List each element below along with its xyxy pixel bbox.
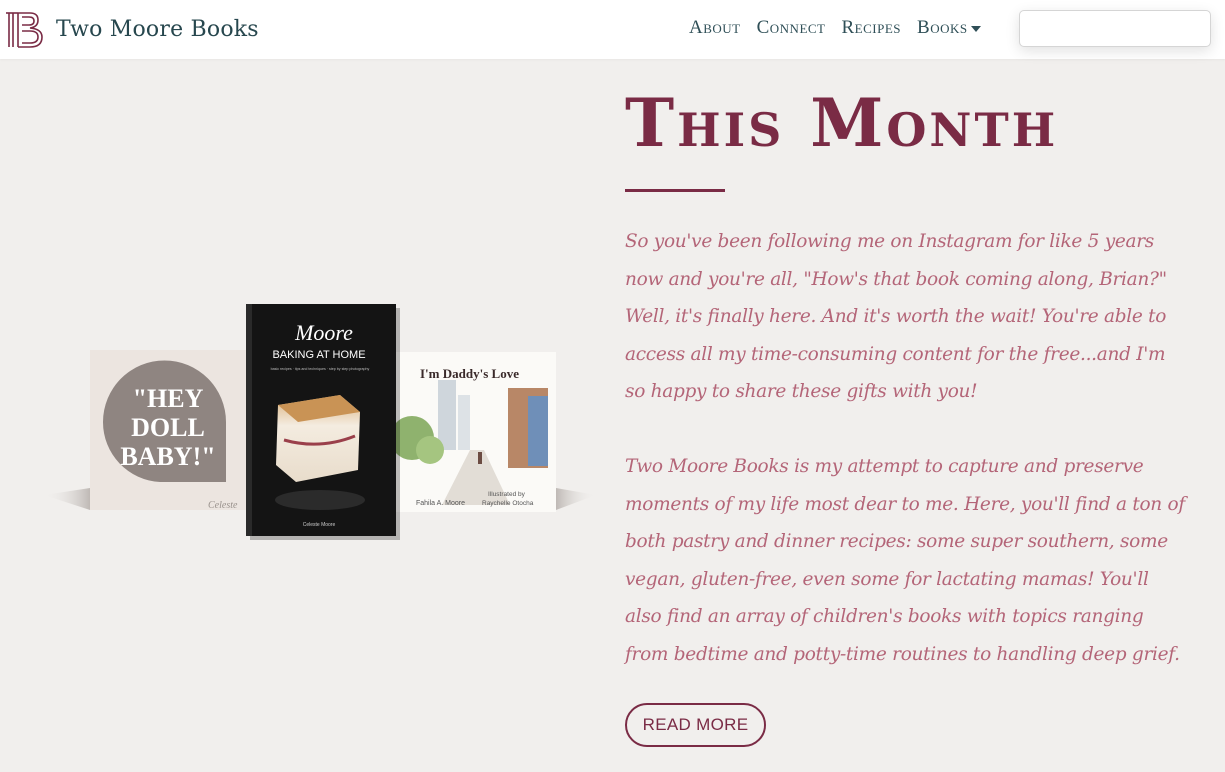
book2-tagline: basic recipes · tips and techniques · st… (271, 367, 370, 371)
book3-title: I'm Daddy's Love (420, 366, 519, 381)
book2-title-script: Moore (294, 320, 353, 345)
book2-author: Celeste Moore (303, 522, 336, 528)
book-baking-at-home: Moore BAKING AT HOME basic recipes · tip… (246, 304, 400, 540)
book-hey-doll-baby: "HEY DOLL BABY!" Celeste (90, 350, 250, 511)
search-input[interactable] (1019, 10, 1211, 47)
brand-name: Two Moore Books (56, 16, 259, 42)
book1-title-line2: DOLL (131, 413, 205, 442)
nav-recipes[interactable]: Recipes (842, 17, 902, 39)
nav-books-dropdown[interactable]: Books (917, 17, 981, 39)
book-shadow-right (556, 488, 596, 510)
book-shadow-left (44, 488, 90, 510)
read-more-button[interactable]: READ MORE (625, 703, 766, 747)
intro-paragraph: So you've been following me on Instagram… (625, 231, 1167, 402)
tmb-monogram-icon (6, 12, 43, 48)
book2-subtitle: BAKING AT HOME (272, 349, 365, 361)
nav-books-label: Books (917, 17, 968, 38)
book3-author: Fahila A. Moore (416, 500, 465, 507)
nav-about[interactable]: About (689, 17, 741, 39)
nav-connect[interactable]: Connect (757, 17, 826, 39)
books-showcase-image: "HEY DOLL BABY!" Celeste I'm Daddy's Lov… (44, 304, 596, 540)
brand-link[interactable]: Two Moore Books (4, 9, 259, 49)
book-im-daddys-love: I'm Daddy's Love Fahila A. Moore Illustr… (390, 352, 556, 512)
book3-illustrated-label: Illustrated by (488, 491, 526, 498)
book3-illustrator: Raychelle Otocha (482, 500, 534, 507)
book1-signature: Celeste (208, 500, 238, 511)
page-heading: This Month (625, 84, 1059, 162)
navbar: Two Moore Books About Connect Recipes Bo… (0, 0, 1225, 59)
book1-title-line3: BABY!" (120, 442, 215, 471)
heading-divider (625, 189, 725, 192)
about-paragraph: Two Moore Books is my attempt to capture… (625, 456, 1185, 665)
main-nav: About Connect Recipes Books (689, 17, 981, 39)
book1-title-line1: "HEY (133, 384, 204, 413)
caret-down-icon (970, 26, 981, 32)
